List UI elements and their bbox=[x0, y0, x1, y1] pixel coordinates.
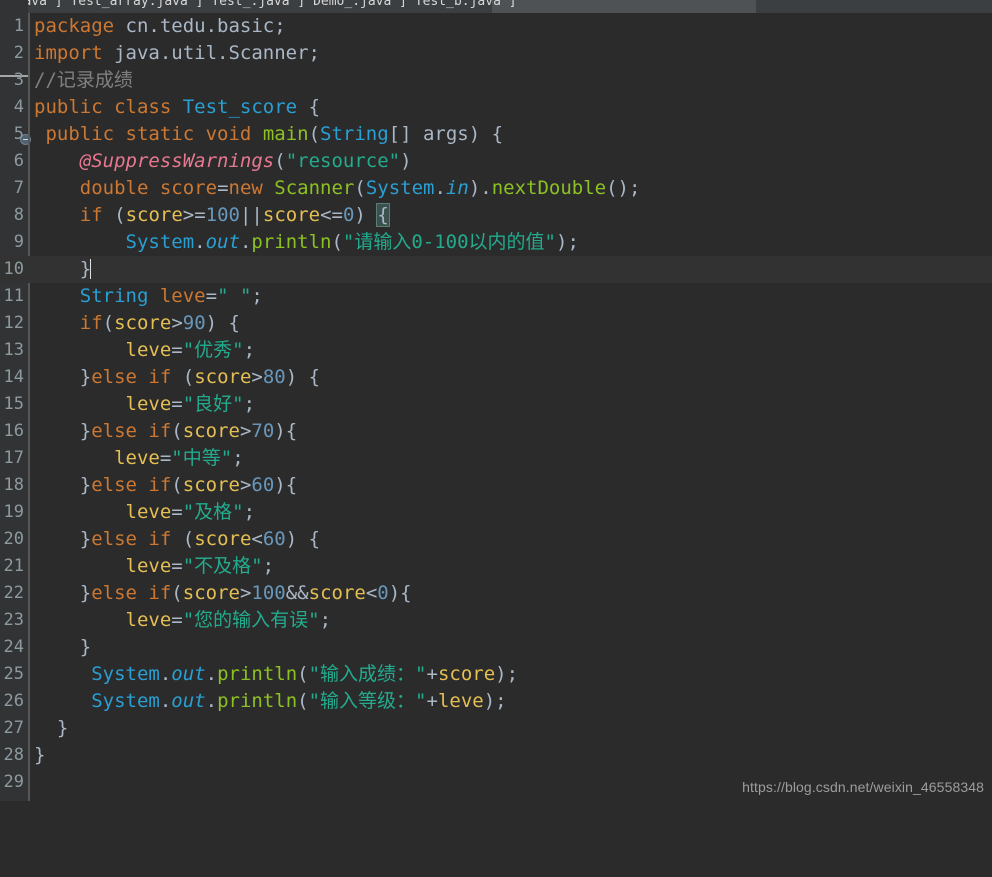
code-lines: 1 package cn.tedu.basic; 2 import java.u… bbox=[0, 13, 992, 796]
line-number: 8 bbox=[13, 205, 24, 225]
line-content: leve="您的输入有误"; bbox=[125, 609, 332, 631]
line-content: }else if(score>70){ bbox=[79, 420, 298, 442]
line-content: }else if (score>80) { bbox=[79, 366, 321, 388]
line-content: leve="中等"; bbox=[114, 447, 244, 469]
code-line[interactable]: 8 if (score>=100||score<=0) { bbox=[0, 202, 992, 229]
line-number: 5 bbox=[13, 124, 24, 144]
line-content: package cn.tedu.basic; bbox=[34, 15, 286, 37]
line-number: 14 bbox=[3, 367, 24, 387]
code-line[interactable]: 4 public class Test_score { bbox=[0, 94, 992, 121]
code-line[interactable]: 25 System.out.println("输入成绩："+score); bbox=[0, 661, 992, 688]
line-number: 1 bbox=[13, 16, 24, 36]
code-line[interactable]: 18 }else if(score>60){ bbox=[0, 472, 992, 499]
line-number: 3 bbox=[13, 70, 24, 90]
line-content: //记录成绩 bbox=[34, 67, 133, 94]
watermark-text: https://blog.csdn.net/weixin_46558348 bbox=[742, 779, 984, 795]
code-line[interactable]: 14 }else if (score>80) { bbox=[0, 364, 992, 391]
line-content: System.out.println("请输入0-100以内的值"); bbox=[125, 231, 579, 253]
line-content: leve="良好"; bbox=[125, 393, 256, 415]
code-line[interactable]: 22 }else if(score>100&&score<0){ bbox=[0, 580, 992, 607]
line-content: double score=new Scanner(System.in).next… bbox=[79, 177, 641, 199]
line-number: 27 bbox=[3, 718, 24, 738]
line-content: String leve=" "; bbox=[79, 285, 263, 307]
code-line[interactable]: 2 import java.util.Scanner; bbox=[0, 40, 992, 67]
line-number: 18 bbox=[3, 475, 24, 495]
code-line-current[interactable]: 10 } bbox=[0, 256, 992, 283]
line-number: 24 bbox=[3, 637, 24, 657]
code-line[interactable]: 24 } bbox=[0, 634, 992, 661]
line-number: 25 bbox=[3, 664, 24, 684]
text-caret bbox=[90, 259, 92, 279]
code-line[interactable]: 17 leve="中等"; bbox=[0, 445, 992, 472]
line-number: 11 bbox=[3, 286, 24, 306]
line-number: 22 bbox=[3, 583, 24, 603]
line-content: } bbox=[79, 258, 92, 280]
line-content: }else if(score>100&&score<0){ bbox=[79, 582, 412, 604]
matching-brace-highlight: { bbox=[376, 203, 390, 227]
line-content: if(score>90) { bbox=[79, 312, 240, 334]
line-number: 9 bbox=[13, 232, 24, 252]
line-number: 13 bbox=[3, 340, 24, 360]
line-number: 15 bbox=[3, 394, 24, 414]
line-content: } bbox=[34, 744, 46, 766]
code-line[interactable]: 12 if(score>90) { bbox=[0, 310, 992, 337]
line-number: 17 bbox=[3, 448, 24, 468]
code-line[interactable]: 3 //记录成绩 bbox=[0, 67, 992, 94]
line-content: System.out.println("输入等级："+leve); bbox=[91, 690, 507, 712]
code-line[interactable]: 28 } bbox=[0, 742, 992, 769]
line-content: leve="及格"; bbox=[125, 501, 256, 523]
code-line[interactable]: 27 } bbox=[0, 715, 992, 742]
code-line[interactable]: 21 leve="不及格"; bbox=[0, 553, 992, 580]
code-line[interactable]: 1 package cn.tedu.basic; bbox=[0, 13, 992, 40]
line-number: 16 bbox=[3, 421, 24, 441]
line-number: 6 bbox=[13, 151, 24, 171]
editor-tab-bar[interactable]: _.java ] Test_array.java ] Test_.java ] … bbox=[0, 0, 992, 13]
code-line[interactable]: 19 leve="及格"; bbox=[0, 499, 992, 526]
tab-item[interactable] bbox=[756, 0, 992, 13]
tab-bar-left-gutter bbox=[0, 0, 28, 13]
code-line[interactable]: 16 }else if(score>70){ bbox=[0, 418, 992, 445]
tab-labels-clipped: _.java ] Test_array.java ] Test_.java ] … bbox=[0, 0, 517, 9]
line-number: 10 bbox=[3, 259, 24, 279]
code-line[interactable]: 13 leve="优秀"; bbox=[0, 337, 992, 364]
line-content: } bbox=[56, 717, 69, 739]
tab-item-active[interactable] bbox=[492, 0, 757, 13]
line-content: if (score>=100||score<=0) { bbox=[79, 203, 390, 227]
line-content: System.out.println("输入成绩："+score); bbox=[91, 663, 519, 685]
code-line[interactable]: 15 leve="良好"; bbox=[0, 391, 992, 418]
line-number: 26 bbox=[3, 691, 24, 711]
line-number: 12 bbox=[3, 313, 24, 333]
line-number: 28 bbox=[3, 745, 24, 765]
line-content: leve="不及格"; bbox=[125, 555, 275, 577]
code-line[interactable]: 5 public static void main(String[] args)… bbox=[0, 121, 992, 148]
line-content: } bbox=[79, 636, 92, 658]
line-content: }else if (score<60) { bbox=[79, 528, 321, 550]
line-content: }else if(score>60){ bbox=[79, 474, 298, 496]
code-line[interactable]: 6 @SuppressWarnings("resource") bbox=[0, 148, 992, 175]
line-number: 19 bbox=[3, 502, 24, 522]
line-content: import java.util.Scanner; bbox=[34, 42, 320, 64]
line-content: leve="优秀"; bbox=[125, 339, 256, 361]
line-number: 4 bbox=[13, 97, 24, 117]
line-content: public class Test_score { bbox=[34, 96, 321, 118]
comment-text: //记录成绩 bbox=[34, 69, 133, 91]
line-number: 29 bbox=[3, 772, 24, 792]
line-content: @SuppressWarnings("resource") bbox=[79, 150, 412, 172]
code-line[interactable]: 26 System.out.println("输入等级："+leve); bbox=[0, 688, 992, 715]
code-editor[interactable]: 1 package cn.tedu.basic; 2 import java.u… bbox=[0, 13, 992, 801]
code-line[interactable]: 7 double score=new Scanner(System.in).ne… bbox=[0, 175, 992, 202]
line-number: 2 bbox=[13, 43, 24, 63]
code-line[interactable]: 20 }else if (score<60) { bbox=[0, 526, 992, 553]
line-number: 23 bbox=[3, 610, 24, 630]
line-number: 7 bbox=[13, 178, 24, 198]
code-line[interactable]: 9 System.out.println("请输入0-100以内的值"); bbox=[0, 229, 992, 256]
code-line[interactable]: 11 String leve=" "; bbox=[0, 283, 992, 310]
code-line[interactable]: 23 leve="您的输入有误"; bbox=[0, 607, 992, 634]
line-content: public static void main(String[] args) { bbox=[45, 123, 504, 145]
line-number: 20 bbox=[3, 529, 24, 549]
line-number: 21 bbox=[3, 556, 24, 576]
